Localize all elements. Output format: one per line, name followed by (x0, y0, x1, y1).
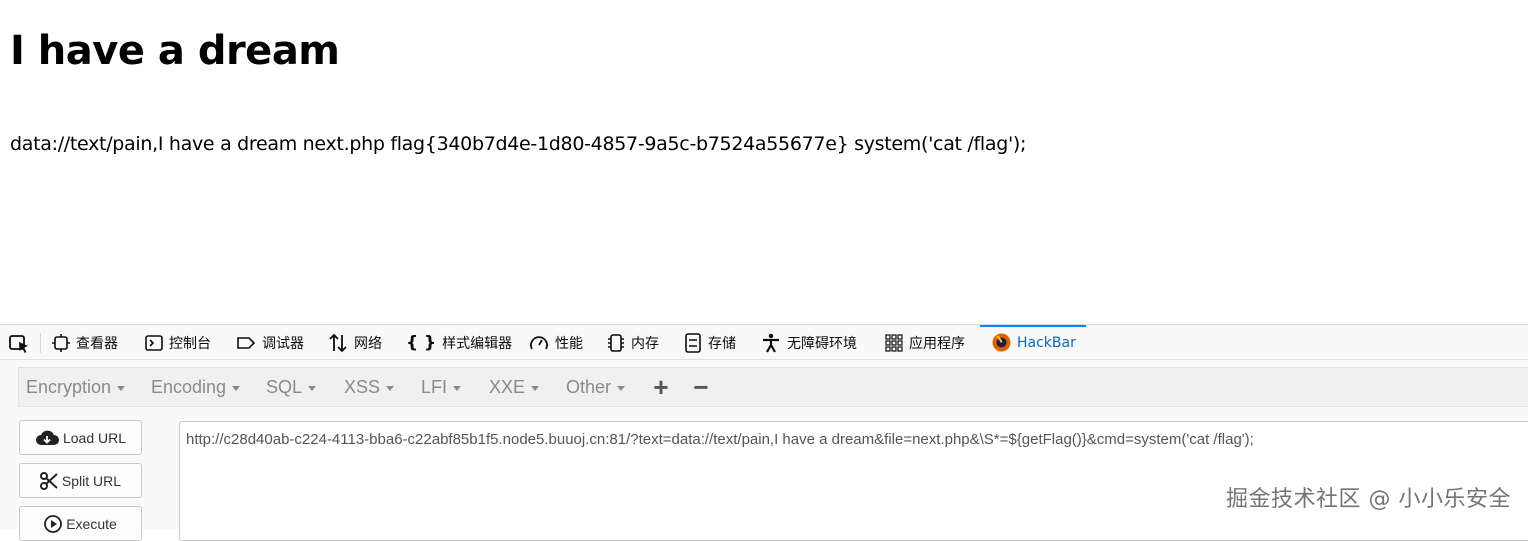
tab-label: 性能 (555, 335, 583, 352)
menu-encoding[interactable]: Encoding (151, 368, 241, 406)
network-icon (329, 333, 347, 352)
add-icon[interactable]: + (648, 368, 674, 406)
tab-label: 网络 (354, 335, 382, 352)
tab-label: 样式编辑器 (442, 335, 513, 352)
application-icon (885, 333, 903, 352)
element-picker-icon[interactable] (8, 333, 32, 355)
tab-storage[interactable]: 存储 (684, 325, 736, 360)
menu-label: Encoding (151, 376, 227, 397)
hackbar-icon (992, 333, 1011, 352)
tab-accessibility[interactable]: 无障碍环境 (761, 325, 857, 360)
page-heading: I have a dream (10, 28, 340, 74)
remove-icon[interactable]: − (688, 368, 714, 406)
menu-xss[interactable]: XSS (344, 368, 395, 406)
tab-label: 无障碍环境 (787, 335, 857, 352)
tab-network[interactable]: 网络 (328, 325, 382, 360)
menu-lfi[interactable]: LFI (421, 368, 462, 406)
caret-down-icon (232, 385, 241, 391)
tab-memory[interactable]: 内存 (607, 325, 659, 360)
tab-style-editor[interactable]: { } 样式编辑器 (406, 325, 512, 360)
play-icon (44, 514, 63, 533)
caret-down-icon (308, 385, 317, 391)
performance-icon (530, 335, 548, 349)
page-output-text: data://text/pain,I have a dream next.php… (10, 133, 1027, 155)
caret-down-icon (453, 385, 462, 391)
tab-label: HackBar (1017, 334, 1076, 351)
button-label: Execute (66, 515, 117, 532)
debugger-icon (237, 336, 256, 349)
menu-encryption[interactable]: Encryption (26, 368, 126, 406)
memory-icon (608, 333, 624, 352)
menu-label: Encryption (26, 376, 112, 397)
tab-label: 内存 (631, 335, 659, 352)
tab-label: 控制台 (169, 335, 211, 352)
load-url-button[interactable]: Load URL (19, 420, 142, 455)
tab-hackbar[interactable]: HackBar (980, 325, 1086, 360)
cloud-download-icon (35, 430, 59, 445)
menu-xxe[interactable]: XXE (489, 368, 540, 406)
tab-application[interactable]: 应用程序 (885, 325, 965, 360)
page-content: I have a dream data://text/pain,I have a… (0, 0, 1528, 324)
style-editor-icon: { } (406, 332, 437, 353)
scissors-icon (39, 471, 58, 490)
watermark: 掘金技术社区 @ 小小乐安全 (1226, 487, 1511, 512)
menu-sql[interactable]: SQL (266, 368, 317, 406)
menu-other[interactable]: Other (566, 368, 626, 406)
console-icon (145, 334, 163, 351)
tab-console[interactable]: 控制台 (145, 325, 211, 360)
button-label: Split URL (61, 472, 122, 489)
tab-label: 存储 (708, 335, 736, 352)
hackbar-menu: Encryption Encoding SQL XSS LFI XXE Othe… (18, 367, 1528, 407)
storage-icon (685, 332, 701, 353)
menu-label: LFI (421, 376, 448, 397)
menu-label: SQL (266, 376, 303, 397)
menu-label: XXE (489, 376, 526, 397)
button-label: Load URL (62, 429, 127, 446)
caret-down-icon (531, 385, 540, 391)
tab-inspector[interactable]: 查看器 (52, 325, 118, 360)
toolbar-divider (40, 333, 41, 353)
devtools-toolbar: 查看器 控制台 调试器 网络 { } 样式编辑器 性能 内存 存储 无障碍环境 … (0, 324, 1528, 360)
caret-down-icon (117, 385, 126, 391)
caret-down-icon (386, 385, 395, 391)
tab-label: 调试器 (262, 335, 304, 352)
tab-label: 应用程序 (909, 335, 965, 352)
split-url-button[interactable]: Split URL (19, 463, 142, 498)
tab-performance[interactable]: 性能 (529, 325, 583, 360)
tab-debugger[interactable]: 调试器 (236, 325, 304, 360)
tab-label: 查看器 (76, 335, 118, 352)
accessibility-icon (763, 333, 779, 353)
inspector-icon (52, 333, 70, 352)
menu-label: XSS (344, 376, 381, 397)
menu-label: Other (566, 376, 612, 397)
caret-down-icon (617, 385, 626, 391)
execute-button[interactable]: Execute (19, 506, 142, 541)
